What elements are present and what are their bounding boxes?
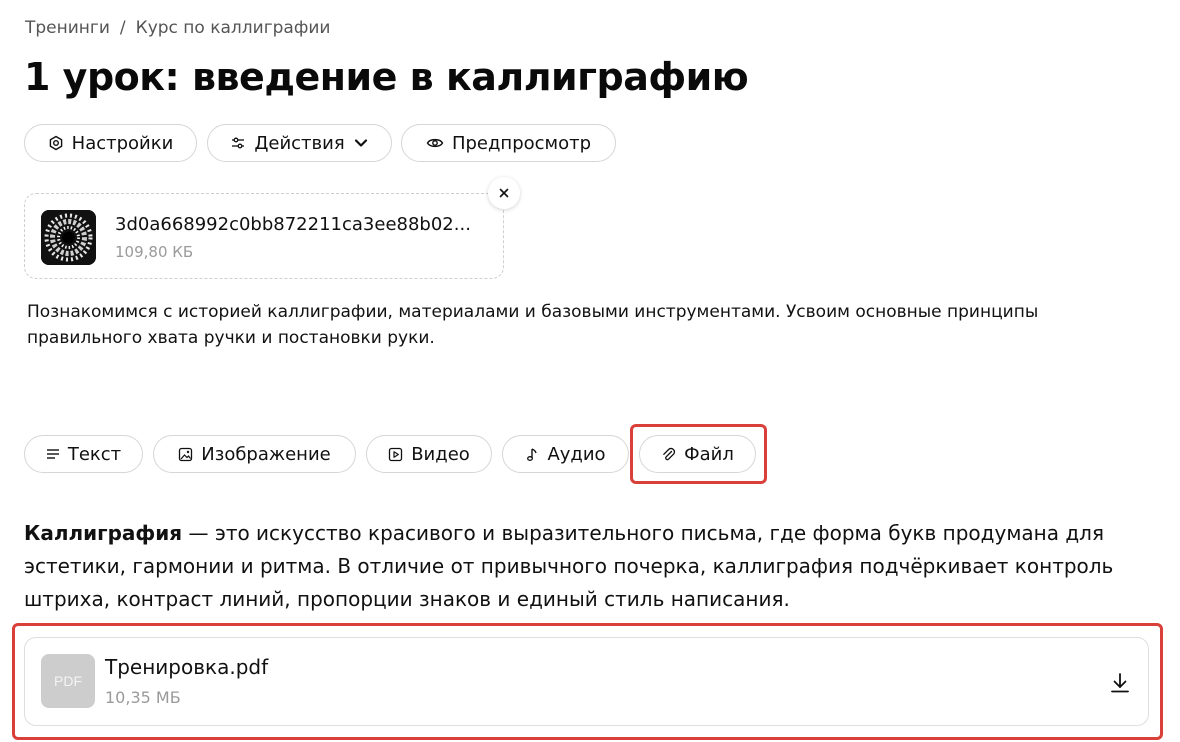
add-video-block-button[interactable]: Видео bbox=[366, 435, 492, 473]
lesson-content-paragraph: Каллиграфия — это искусство красивого и … bbox=[24, 517, 1144, 616]
sliders-icon bbox=[232, 137, 245, 149]
music-note-icon bbox=[527, 447, 538, 461]
video-icon bbox=[389, 447, 403, 461]
image-block-label: Изображение bbox=[201, 443, 331, 465]
breadcrumb-item-trainings[interactable]: Тренинги bbox=[25, 18, 110, 38]
add-image-block-button[interactable]: Изображение bbox=[153, 435, 356, 473]
file-button-highlight bbox=[630, 424, 767, 484]
download-button[interactable] bbox=[1108, 671, 1132, 695]
audio-block-label: Аудио bbox=[547, 443, 606, 465]
add-audio-block-button[interactable]: Аудио bbox=[502, 435, 629, 473]
settings-button[interactable]: Настройки bbox=[24, 124, 197, 162]
download-icon bbox=[1111, 673, 1129, 693]
video-block-label: Видео bbox=[411, 443, 470, 465]
preview-button[interactable]: Предпросмотр bbox=[401, 124, 616, 162]
attached-file-size: 109,80 КБ bbox=[115, 243, 194, 261]
eye-icon bbox=[426, 138, 444, 148]
attached-image-thumbnail bbox=[41, 210, 96, 265]
attached-file-name: 3d0a668992c0bb872211ca3ee88b02... bbox=[115, 214, 471, 235]
add-text-block-button[interactable]: Текст bbox=[24, 435, 143, 473]
breadcrumb-item-course[interactable]: Курс по каллиграфии bbox=[136, 18, 331, 38]
lesson-description: Познакомимся с историей каллиграфии, мат… bbox=[27, 302, 1039, 348]
pdf-file-icon: PDF bbox=[41, 654, 95, 708]
actions-dropdown-label: Действия bbox=[254, 132, 345, 154]
file-block-name: Тренировка.pdf bbox=[105, 655, 269, 679]
breadcrumb-separator: / bbox=[119, 18, 126, 38]
preview-button-label: Предпросмотр bbox=[451, 132, 592, 154]
text-lines-icon bbox=[46, 449, 59, 459]
file-block-card[interactable]: PDF Тренировка.pdf 10,35 МБ bbox=[24, 637, 1149, 726]
actions-dropdown[interactable]: Действия bbox=[207, 124, 392, 162]
lesson-editor-page: Тренинги / Курс по каллиграфии 1 урок: в… bbox=[0, 0, 1180, 742]
close-icon bbox=[499, 188, 509, 198]
settings-button-label: Настройки bbox=[71, 132, 174, 154]
file-block-size: 10,35 МБ bbox=[105, 688, 181, 707]
image-icon bbox=[179, 447, 193, 461]
content-paragraph-text: — это искусство красивого и выразительно… bbox=[24, 521, 1114, 611]
gear-icon bbox=[49, 135, 62, 151]
text-block-label: Текст bbox=[67, 443, 122, 465]
attached-image-card[interactable]: 3d0a668992c0bb872211ca3ee88b02... 109,80… bbox=[24, 193, 504, 279]
chevron-down-icon bbox=[354, 139, 367, 147]
breadcrumb: Тренинги / Курс по каллиграфии bbox=[25, 18, 330, 38]
content-term: Каллиграфия bbox=[24, 521, 183, 545]
remove-attachment-button[interactable] bbox=[488, 177, 520, 209]
page-title: 1 урок: введение в каллиграфию bbox=[24, 55, 749, 99]
